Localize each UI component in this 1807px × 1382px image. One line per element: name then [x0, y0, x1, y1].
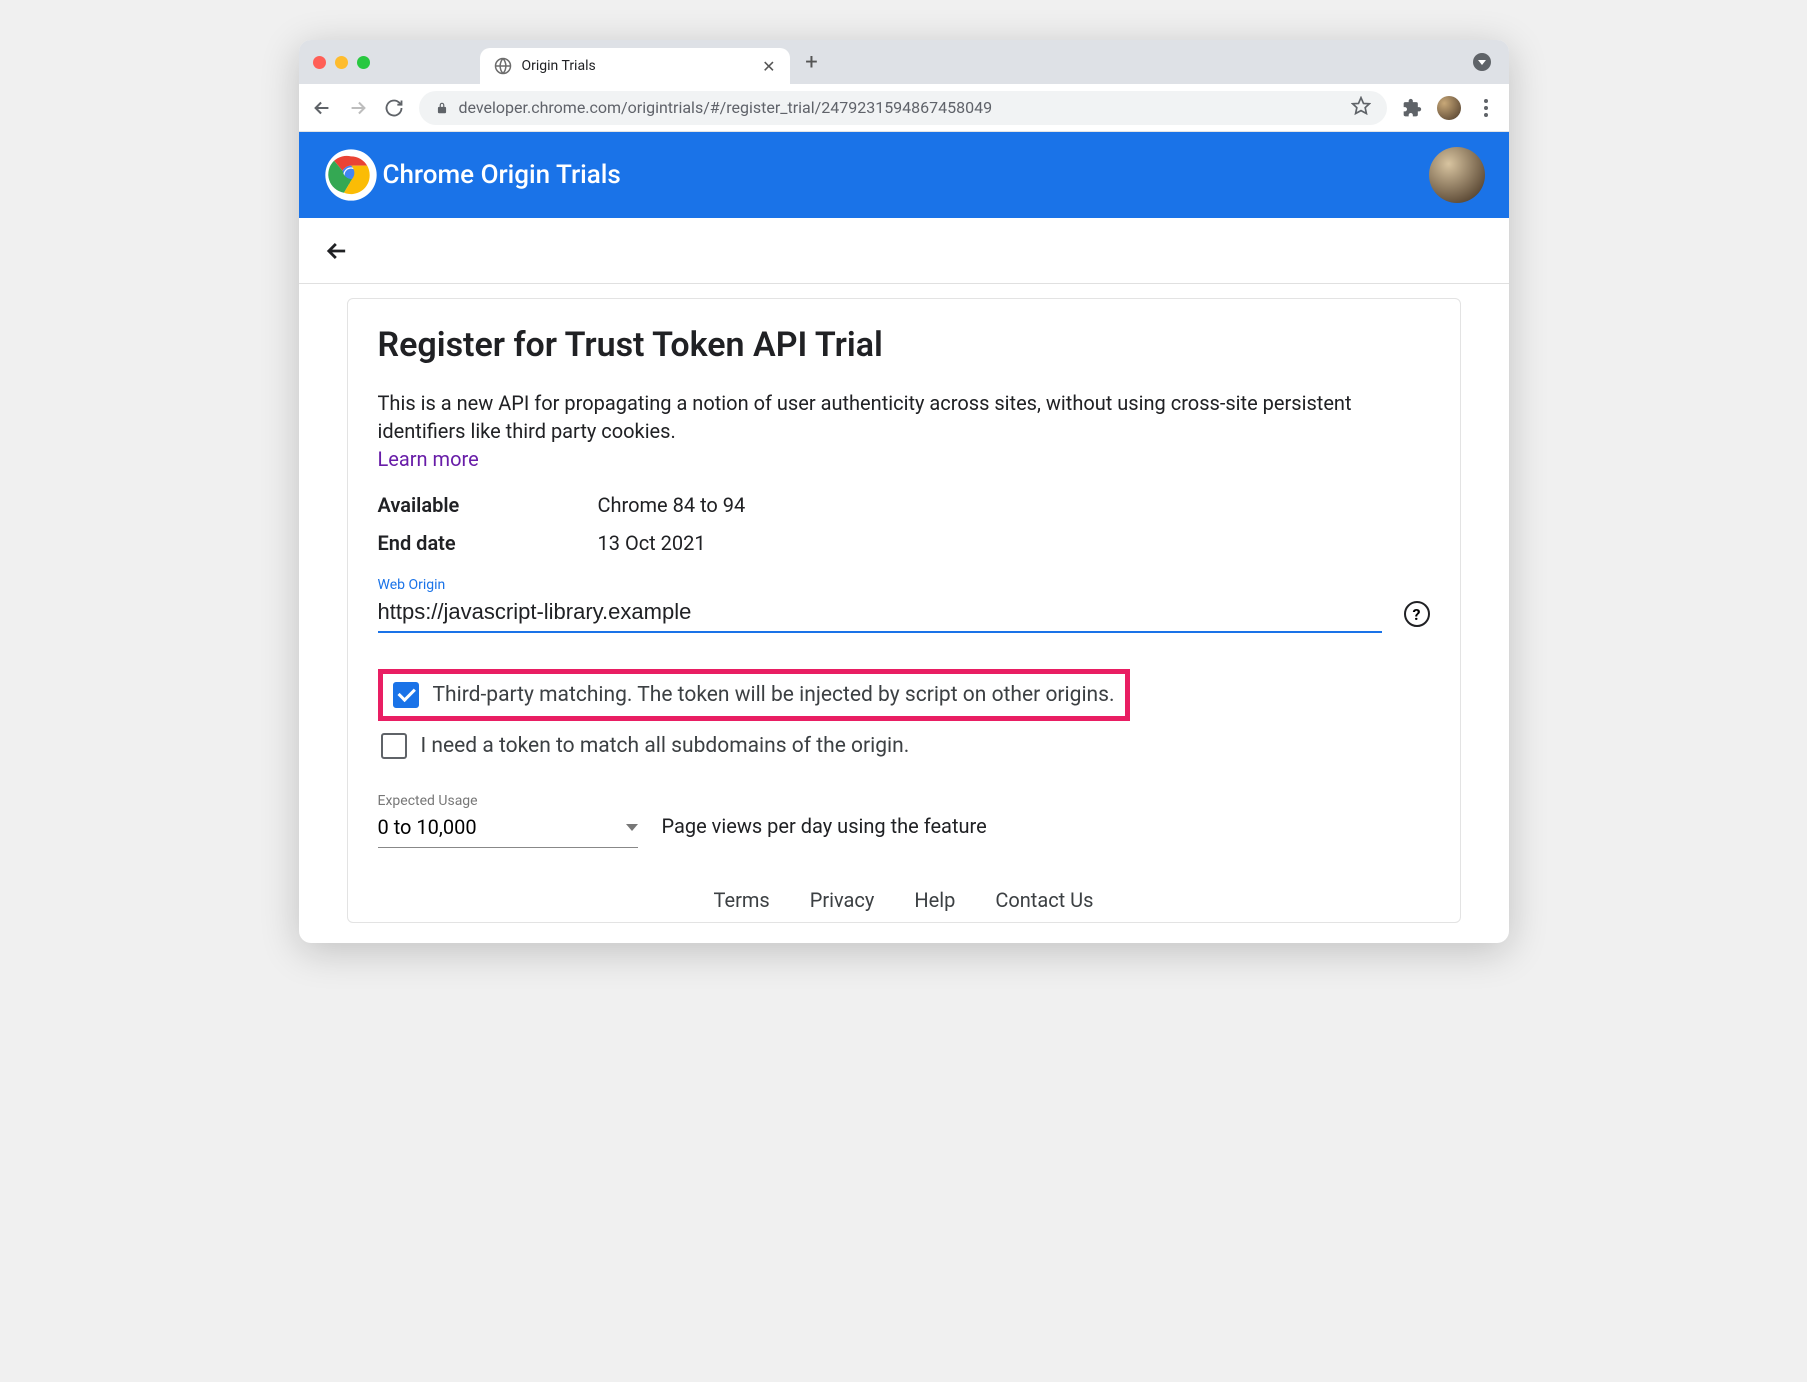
window-controls [313, 56, 370, 69]
forward-button[interactable] [347, 97, 369, 119]
available-label: Available [378, 493, 598, 517]
page-title: Register for Trust Token API Trial [378, 325, 1430, 365]
available-value: Chrome 84 to 94 [598, 493, 746, 517]
bookmark-star-icon[interactable] [1351, 96, 1371, 120]
chevron-down-icon [1473, 53, 1491, 71]
subdomains-label: I need a token to match all subdomains o… [421, 734, 910, 758]
footer-links: Terms Privacy Help Contact Us [378, 888, 1430, 922]
web-origin-input[interactable] [378, 597, 1382, 633]
highlighted-option: Third-party matching. The token will be … [378, 669, 1130, 721]
footer-privacy-link[interactable]: Privacy [810, 888, 875, 912]
app-title: Chrome Origin Trials [383, 160, 621, 190]
close-tab-icon[interactable]: ✕ [762, 57, 775, 76]
back-button[interactable] [311, 97, 333, 119]
lock-icon [435, 101, 449, 115]
web-origin-label: Web Origin [378, 577, 1430, 593]
third-party-label: Third-party matching. The token will be … [433, 683, 1115, 707]
maximize-window-button[interactable] [357, 56, 370, 69]
tabs-overflow-button[interactable] [1473, 53, 1491, 71]
web-origin-field: Web Origin ? [378, 577, 1430, 633]
subdomains-checkbox[interactable] [381, 733, 407, 759]
end-date-value: 13 Oct 2021 [598, 531, 706, 555]
tab-title: Origin Trials [522, 58, 753, 74]
registration-card: Register for Trust Token API Trial This … [347, 298, 1461, 923]
end-date-row: End date 13 Oct 2021 [378, 531, 1430, 555]
footer-terms-link[interactable]: Terms [714, 888, 770, 912]
expected-usage-field: Expected Usage 0 to 10,000 [378, 793, 638, 848]
profile-avatar-large[interactable] [1429, 147, 1485, 203]
tab-bar: Origin Trials ✕ + [299, 40, 1509, 84]
browser-toolbar: developer.chrome.com/origintrials/#/regi… [299, 84, 1509, 132]
third-party-checkbox[interactable] [393, 682, 419, 708]
learn-more-link[interactable]: Learn more [378, 447, 479, 471]
new-tab-button[interactable]: + [798, 48, 826, 76]
minimize-window-button[interactable] [335, 56, 348, 69]
end-date-label: End date [378, 531, 598, 555]
page-back-button[interactable] [323, 237, 351, 265]
close-window-button[interactable] [313, 56, 326, 69]
expected-usage-label: Expected Usage [378, 793, 638, 809]
third-party-checkbox-row: Third-party matching. The token will be … [393, 682, 1115, 708]
globe-icon [494, 57, 512, 75]
url-text: developer.chrome.com/origintrials/#/regi… [459, 98, 993, 117]
reload-button[interactable] [383, 97, 405, 119]
subdomains-checkbox-row: I need a token to match all subdomains o… [378, 733, 1430, 759]
help-icon[interactable]: ? [1404, 601, 1430, 627]
expected-usage-row: Expected Usage 0 to 10,000 Page views pe… [378, 793, 1430, 848]
browser-window: Origin Trials ✕ + developer.chrome.com/o… [299, 40, 1509, 943]
browser-menu-button[interactable] [1475, 97, 1497, 119]
footer-help-link[interactable]: Help [914, 888, 955, 912]
caret-down-icon [626, 824, 638, 831]
chrome-logo-icon [323, 147, 379, 203]
kebab-icon [1484, 99, 1488, 117]
expected-usage-description: Page views per day using the feature [662, 814, 987, 848]
expected-usage-select[interactable]: 0 to 10,000 [378, 811, 638, 848]
sub-header [299, 218, 1509, 284]
trial-description: This is a new API for propagating a noti… [378, 389, 1430, 445]
extensions-button[interactable] [1401, 97, 1423, 119]
app-header: Chrome Origin Trials [299, 132, 1509, 218]
address-bar[interactable]: developer.chrome.com/origintrials/#/regi… [419, 91, 1387, 125]
expected-usage-value: 0 to 10,000 [378, 815, 477, 839]
content-area: Register for Trust Token API Trial This … [299, 284, 1509, 943]
available-row: Available Chrome 84 to 94 [378, 493, 1430, 517]
footer-contact-link[interactable]: Contact Us [995, 888, 1093, 912]
browser-tab[interactable]: Origin Trials ✕ [480, 48, 790, 84]
profile-avatar-small[interactable] [1437, 96, 1461, 120]
